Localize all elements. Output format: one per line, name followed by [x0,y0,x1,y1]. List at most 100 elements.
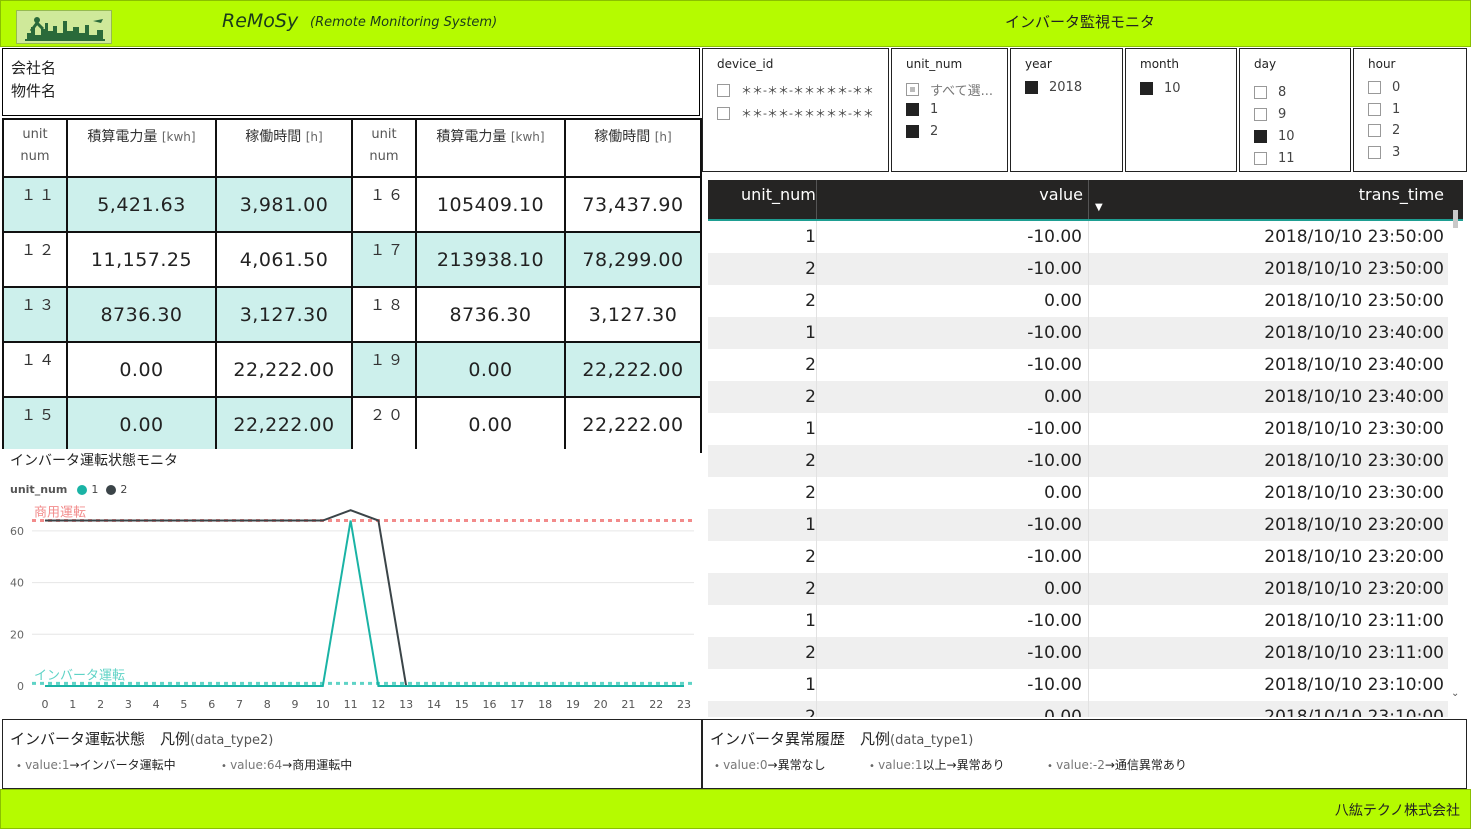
table-row[interactable]: 2 0.00 2018/10/10 23:40:00 [708,381,1448,413]
x-tick-label: 16 [483,698,497,711]
unit-number: １７ [351,231,417,288]
vertical-scrollbar[interactable]: ⌄ [1451,210,1461,717]
table-row[interactable]: 1 -10.00 2018/10/10 23:30:00 [708,413,1448,445]
slicer-option[interactable]: 10 [1254,129,1295,144]
table-row[interactable]: 2 -10.00 2018/10/10 23:50:00 [708,253,1448,285]
checked-checkbox-icon[interactable] [1254,130,1267,143]
slicer-option[interactable]: 3 [1368,145,1400,160]
cell-value: 0.00 [1044,579,1082,599]
slicer-option[interactable]: 1 [906,102,938,117]
cell-trans-time: 2018/10/10 23:11:00 [1264,611,1444,631]
slicer-option[interactable]: 2 [1368,123,1400,138]
column-header-unit-num[interactable]: unit_num [741,185,816,204]
slicer-option[interactable]: ＊＊-＊＊-＊＊＊＊＊-＊＊ [717,82,874,98]
energy-value: 8736.30 [415,286,566,343]
checked-checkbox-icon[interactable] [906,125,919,138]
x-tick-label: 8 [264,698,271,711]
checkbox-icon[interactable] [1368,81,1381,94]
cell-trans-time: 2018/10/10 23:20:00 [1264,515,1444,535]
table-row[interactable]: 2 -10.00 2018/10/10 23:20:00 [708,541,1448,573]
checkbox-icon[interactable] [1254,152,1267,165]
app-footer: 八紘テクノ株式会社 [0,789,1471,829]
unit-number: １９ [351,341,417,398]
cell-unit-num: 2 [805,707,816,717]
checkbox-icon[interactable] [1254,108,1267,121]
table-row[interactable]: 2 -10.00 2018/10/10 23:40:00 [708,349,1448,381]
checkbox-icon[interactable] [717,83,730,97]
checkbox-icon[interactable] [1368,103,1381,116]
cell-unit-num: 2 [805,483,816,503]
slicer-option-select-all[interactable]: すべて選... [906,80,993,99]
slicer-option[interactable]: 10 [1140,81,1181,96]
energy-header: 積算電力量 [kwh] [415,118,566,178]
slicer-option[interactable]: 2 [906,124,938,139]
kpi-row: １４ 0.00 22,222.00 [2,341,353,398]
chart-legend: unit_num 1 2 [10,483,127,496]
slicer-device-id: device_id ＊＊-＊＊-＊＊＊＊＊-＊＊ ＊＊-＊＊-＊＊＊＊＊-＊＊ [702,48,889,172]
cell-unit-num: 1 [805,515,816,535]
table-row[interactable]: 1 -10.00 2018/10/10 23:40:00 [708,317,1448,349]
sort-desc-icon[interactable]: ▼ [1095,202,1103,213]
energy-value: 0.00 [415,396,566,453]
checkbox-icon[interactable] [1368,124,1381,137]
checkbox-icon[interactable] [1368,146,1381,159]
slicer-hour: hour 0 1 2 3 [1353,48,1467,172]
x-tick-label: 6 [208,698,215,711]
x-tick-label: 17 [510,698,524,711]
column-header-trans-time[interactable]: trans_time [1359,185,1444,204]
slicer-option[interactable]: 1 [1368,102,1400,117]
slicer-option[interactable]: 2018 [1025,80,1082,95]
cell-unit-num: 2 [805,259,816,279]
slicer-year: year 2018 [1010,48,1123,172]
reference-line-label: インバータ運転 [34,668,125,683]
error-legend-item-1: • value:0→異常なし [714,758,826,772]
hours-value: 3,127.30 [564,286,702,343]
table-row[interactable]: 1 -10.00 2018/10/10 23:20:00 [708,509,1448,541]
checkbox-icon[interactable] [717,106,730,120]
cell-unit-num: 1 [805,323,816,343]
app-subtitle: (Remote Monitoring System) [310,15,498,30]
table-row[interactable]: 2 0.00 2018/10/10 23:50:00 [708,285,1448,317]
company-label: 八紘テクノ株式会社 [1334,803,1460,819]
cell-trans-time: 2018/10/10 23:40:00 [1264,355,1444,375]
cell-value: -10.00 [1027,643,1082,663]
kpi-row: １２ 11,157.25 4,061.50 [2,231,353,288]
x-tick-label: 13 [399,698,413,711]
cell-trans-time: 2018/10/10 23:10:00 [1264,675,1444,695]
slicer-option[interactable]: 11 [1254,151,1295,166]
hours-value: 73,437.90 [564,176,702,233]
slicer-option[interactable]: ＊＊-＊＊-＊＊＊＊＊-＊＊ [717,105,874,121]
partial-checkbox-icon[interactable] [906,83,919,96]
checked-checkbox-icon[interactable] [1140,82,1153,95]
slicer-title: year [1025,57,1052,71]
legend-label-2: 2 [120,483,128,496]
table-row[interactable]: 1 -10.00 2018/10/10 23:11:00 [708,605,1448,637]
kpi-row: １５ 0.00 22,222.00 [2,396,353,453]
page-title: インバータ監視モニタ [1005,13,1156,31]
scroll-down-icon[interactable]: ⌄ [1451,688,1459,699]
legend-panel-errors: インバータ異常履歴 凡例(data_type1) • value:0→異常なし … [702,719,1467,789]
table-row[interactable]: 2 -10.00 2018/10/10 23:30:00 [708,445,1448,477]
slicer-title: unit_num [906,57,963,71]
table-row[interactable]: 1 -10.00 2018/10/10 23:50:00 [708,221,1448,253]
slicer-option[interactable]: 8 [1254,85,1286,100]
checked-checkbox-icon[interactable] [1025,81,1038,94]
slicer-option[interactable]: 9 [1254,107,1286,122]
kpi-table-left: unit num 積算電力量 [kwh] 稼働時間 [h] １１ 5,421.63 3… [2,118,353,453]
checkbox-icon[interactable] [1254,86,1267,99]
series-line-1 [45,520,684,687]
table-row[interactable]: 2 -10.00 2018/10/10 23:11:00 [708,637,1448,669]
energy-value: 5,421.63 [66,176,217,233]
table-row[interactable]: 2 0.00 2018/10/10 23:10:00 [708,701,1448,717]
unit-number: １６ [351,176,417,233]
checked-checkbox-icon[interactable] [906,103,919,116]
cell-trans-time: 2018/10/10 23:30:00 [1264,451,1444,471]
energy-header: 積算電力量 [kwh] [66,118,217,178]
error-legend-item-2: • value:1以上→異常あり [869,758,1005,772]
column-header-value[interactable]: value [1039,185,1083,204]
table-row[interactable]: 2 0.00 2018/10/10 23:20:00 [708,573,1448,605]
slicer-option[interactable]: 0 [1368,80,1400,95]
table-row[interactable]: 2 0.00 2018/10/10 23:30:00 [708,477,1448,509]
scrollbar-thumb[interactable] [1453,210,1458,228]
table-row[interactable]: 1 -10.00 2018/10/10 23:10:00 [708,669,1448,701]
